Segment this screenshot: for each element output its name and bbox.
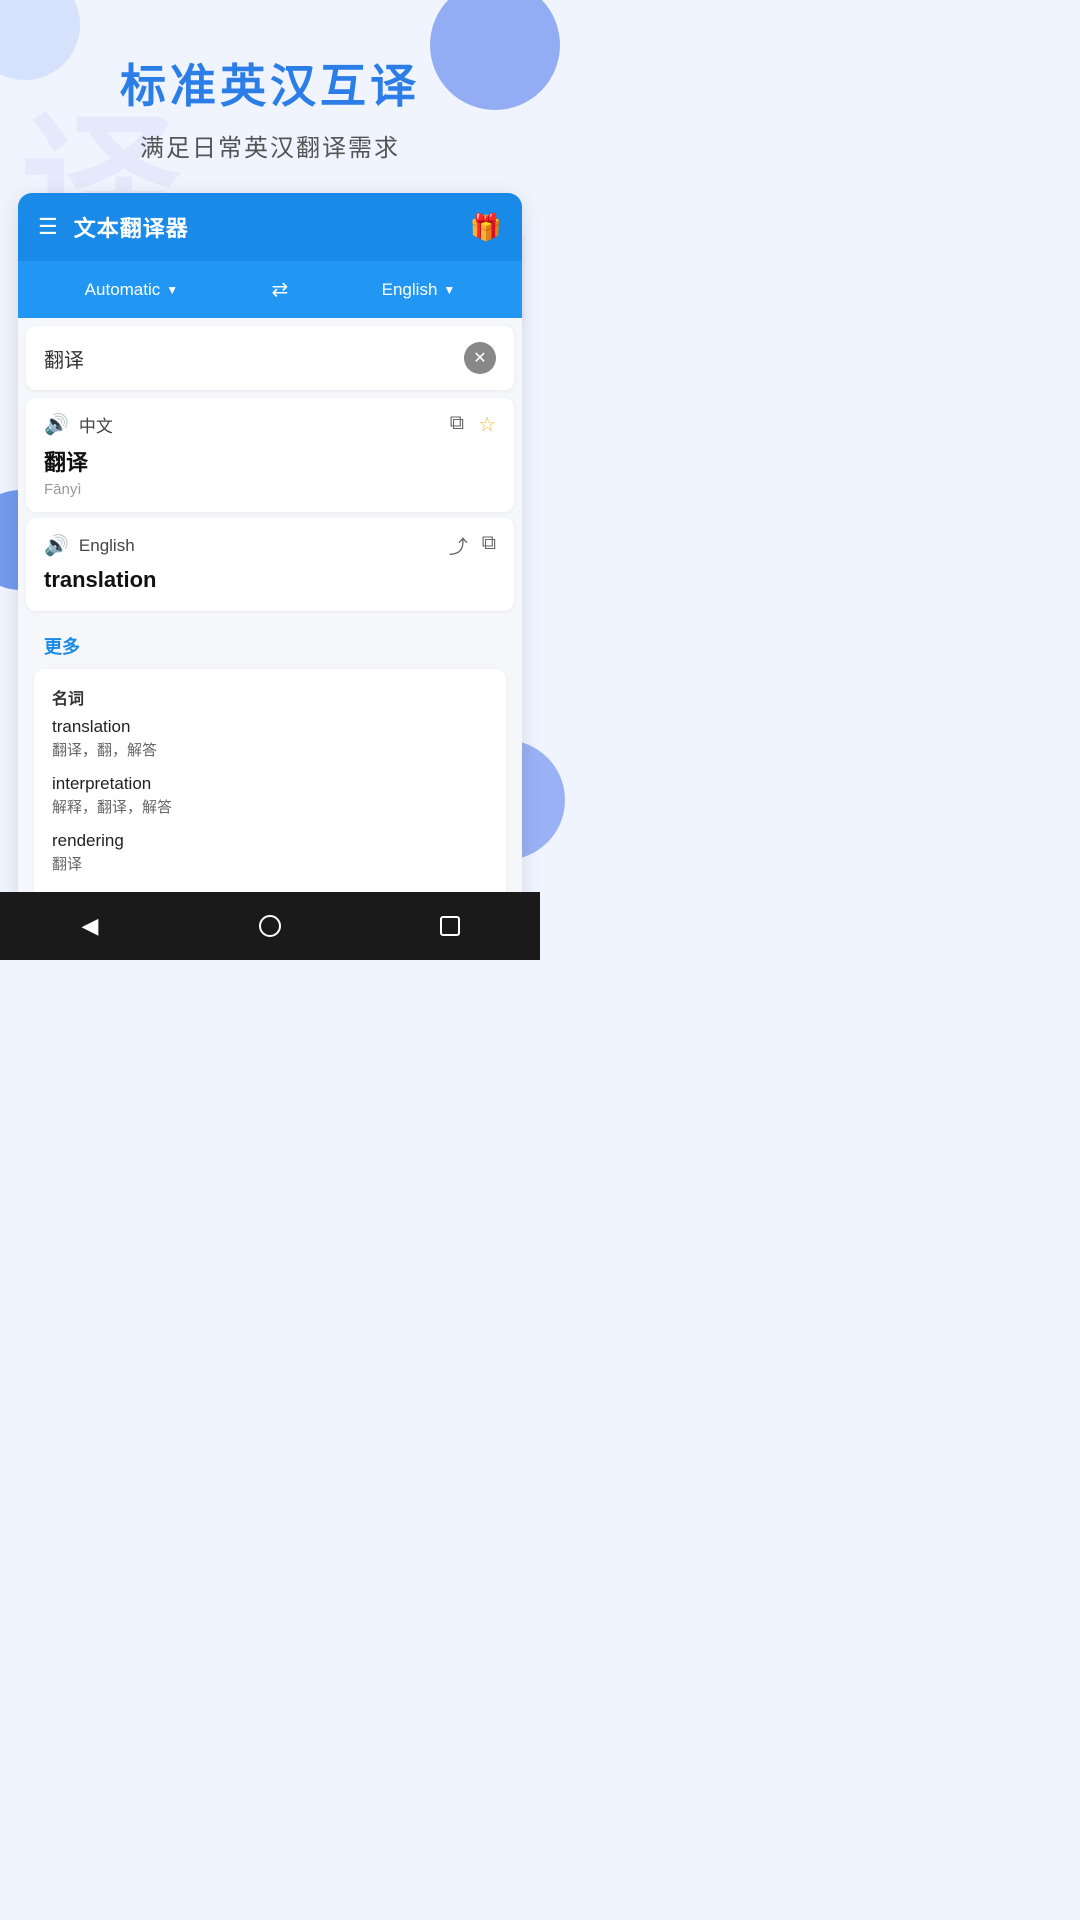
gift-icon[interactable]: 🎁 [470, 212, 502, 243]
more-meaning-2: 解释，翻译，解答 [52, 796, 488, 817]
chinese-result-actions: ⧉ ☆ [450, 412, 496, 437]
more-item-2: interpretation 解释，翻译，解答 [52, 774, 488, 817]
more-word-2: interpretation [52, 774, 488, 794]
hero-section: 标准英汉互译 满足日常英汉翻译需求 [0, 0, 540, 193]
more-word-1: translation [52, 717, 488, 737]
chinese-lang-left: 🔊 中文 [44, 412, 113, 437]
target-language-selector[interactable]: English ▼ [382, 280, 456, 300]
chinese-result-card: 🔊 中文 ⧉ ☆ 翻译 Fānyì [26, 398, 514, 512]
hero-subtitle: 满足日常英汉翻译需求 [20, 128, 520, 163]
chinese-lang-label: 中文 [79, 412, 113, 437]
source-language-label: Automatic [85, 280, 161, 300]
source-language-selector[interactable]: Automatic ▼ [85, 280, 178, 300]
more-label: 更多 [26, 619, 514, 669]
english-result-card: 🔊 English ⤴ ⧉ translation [26, 518, 514, 611]
home-button[interactable] [245, 901, 295, 951]
source-lang-arrow: ▼ [166, 283, 178, 297]
english-speaker-button[interactable]: 🔊 [44, 533, 69, 558]
chinese-star-button[interactable]: ☆ [478, 412, 496, 437]
pos-label: 名词 [52, 685, 488, 709]
more-card: 名词 translation 翻译，翻，解答 interpretation 解释… [34, 669, 506, 904]
app-card: ☰ 文本翻译器 🎁 Automatic ▼ ⇄ English ▼ 翻译 ✕ 🔊… [18, 193, 522, 910]
chinese-copy-button[interactable]: ⧉ [450, 412, 464, 437]
chinese-pinyin: Fānyì [44, 481, 496, 498]
bottom-nav: ◀ [0, 892, 540, 960]
input-text[interactable]: 翻译 [44, 344, 464, 373]
toolbar: ☰ 文本翻译器 🎁 [18, 193, 522, 261]
chinese-result-text: 翻译 [44, 445, 496, 477]
english-lang-label: English [79, 536, 135, 556]
english-copy-button[interactable]: ⧉ [482, 532, 496, 559]
clear-button[interactable]: ✕ [464, 342, 496, 374]
target-language-label: English [382, 280, 438, 300]
more-meaning-3: 翻译 [52, 853, 488, 874]
english-result-header: 🔊 English ⤴ ⧉ [44, 532, 496, 559]
home-icon [259, 915, 281, 937]
clear-icon: ✕ [473, 348, 486, 368]
back-button[interactable]: ◀ [65, 901, 115, 951]
language-bar: Automatic ▼ ⇄ English ▼ [18, 261, 522, 318]
chinese-speaker-button[interactable]: 🔊 [44, 412, 69, 437]
more-item-1: translation 翻译，翻，解答 [52, 717, 488, 760]
more-item-3: rendering 翻译 [52, 831, 488, 874]
input-area: 翻译 ✕ [26, 326, 514, 390]
app-title: 文本翻译器 [74, 211, 189, 243]
english-lang-left: 🔊 English [44, 533, 135, 558]
hero-title: 标准英汉互译 [20, 50, 520, 116]
recents-button[interactable] [425, 901, 475, 951]
more-section: 更多 名词 translation 翻译，翻，解答 interpretation… [26, 619, 514, 910]
english-external-button[interactable]: ⤴ [449, 532, 468, 559]
more-word-3: rendering [52, 831, 488, 851]
chinese-result-header: 🔊 中文 ⧉ ☆ [44, 412, 496, 437]
toolbar-left: ☰ 文本翻译器 [38, 211, 189, 243]
target-lang-arrow: ▼ [443, 283, 455, 297]
english-result-actions: ⤴ ⧉ [449, 532, 496, 559]
back-icon: ◀ [82, 913, 99, 939]
swap-languages-button[interactable]: ⇄ [272, 277, 289, 302]
menu-icon[interactable]: ☰ [38, 216, 58, 238]
more-meaning-1: 翻译，翻，解答 [52, 739, 488, 760]
english-result-text: translation [44, 567, 496, 593]
recents-icon [440, 916, 460, 936]
